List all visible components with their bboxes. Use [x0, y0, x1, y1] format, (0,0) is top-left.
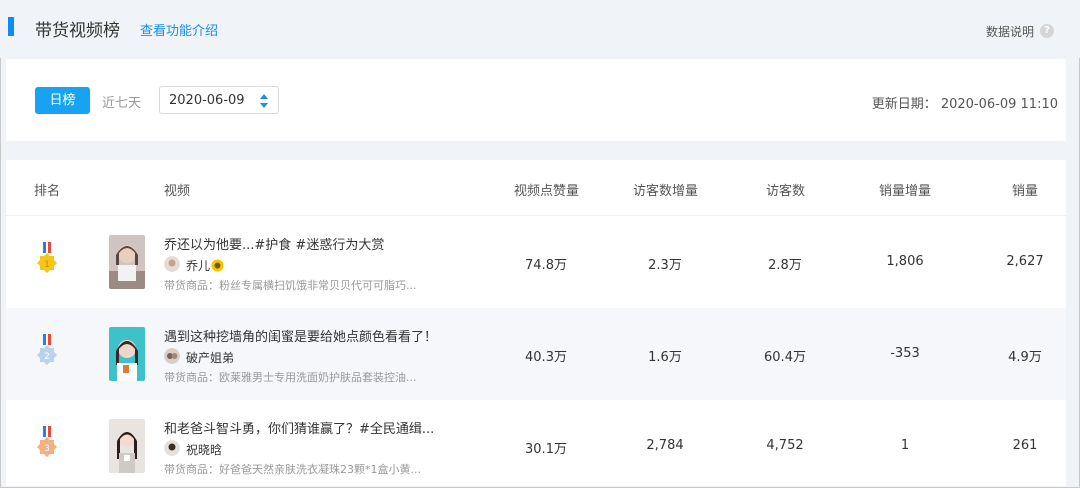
sales-value: 2,627	[1006, 254, 1044, 269]
visitor-increase-value: 2.3万	[648, 258, 682, 273]
sales-value: 261	[1012, 438, 1038, 453]
video-thumbnail[interactable]	[109, 235, 145, 289]
goods-text[interactable]: 带货商品：粉丝专属横扫饥饿非常贝贝代可可脂巧...	[164, 277, 417, 293]
date-select[interactable]: 2020-06-09	[159, 86, 279, 114]
author-name: 乔儿	[186, 257, 224, 274]
table-row[interactable]: 2 遇到这种挖墙角的闺蜜是要给她点颜色看看了！ 破产姐弟 带货商品：欧莱雅男士专…	[6, 308, 1066, 400]
sales-increase-value: -353	[890, 346, 920, 361]
sales-increase-value: 1,806	[886, 254, 924, 269]
tab-last-seven-days[interactable]: 近七天	[102, 92, 141, 111]
svg-text:2: 2	[44, 352, 50, 362]
likes-value: 30.1万	[525, 442, 567, 457]
gold-medal-icon: 1	[37, 242, 57, 273]
visitors-value: 2.8万	[768, 258, 802, 273]
silver-medal-icon: 2	[37, 334, 57, 365]
table-row[interactable]: 1 乔还以为他要...#护食 #迷惑行为大赏 乔儿 带货商品：粉丝专属横扫饥饿非…	[6, 216, 1066, 308]
sun-badge-icon	[211, 259, 224, 272]
update-date: 更新日期： 2020-06-09 11:10	[872, 93, 1058, 112]
visitor-increase-value: 2,784	[646, 438, 684, 453]
likes-value: 40.3万	[525, 350, 567, 365]
author-name: 破产姐弟	[186, 351, 235, 365]
video-title[interactable]: 和老爸斗智斗勇，你们猜谁赢了？#全民通缉...	[164, 418, 434, 437]
video-title[interactable]: 遇到这种挖墙角的闺蜜是要给她点颜色看看了！	[164, 326, 437, 345]
table-row[interactable]: 3 和老爸斗智斗勇，你们猜谁赢了？#全民通缉... 祝晓晗 带货商品：好爸爸天然…	[6, 400, 1066, 488]
goods-text[interactable]: 带货商品：欧莱雅男士专用洗面奶护肤品套装控油...	[164, 369, 417, 385]
column-header-video: 视频	[164, 184, 191, 199]
visitor-increase-value: 1.6万	[648, 350, 682, 365]
question-icon[interactable]: ?	[1040, 24, 1054, 38]
likes-value: 74.8万	[525, 258, 567, 273]
column-header-sales[interactable]: 销量	[1012, 180, 1038, 199]
column-header-visitors[interactable]: 访客数	[766, 180, 805, 199]
bronze-medal-icon: 3	[37, 426, 57, 457]
ranking-table: 排名 视频 视频点赞量 访客数增量 访客数 销量增量 销量 1 乔还以为他要..…	[6, 160, 1066, 486]
sales-increase-value: 1	[900, 438, 910, 453]
update-label: 更新日期：	[871, 97, 937, 112]
visitors-value: 4,752	[766, 438, 804, 453]
page-title: 带货视频榜	[35, 21, 120, 41]
feature-intro-link[interactable]: 查看功能介绍	[140, 20, 218, 39]
date-value: 2020-06-09	[169, 93, 245, 108]
goods-text[interactable]: 带货商品：好爸爸天然亲肤洗衣凝珠23颗*1盒小黄...	[164, 461, 421, 477]
column-header-rank: 排名	[34, 184, 61, 199]
avatar	[164, 256, 180, 272]
svg-text:3: 3	[44, 444, 50, 454]
tab-daily[interactable]: 日榜	[35, 87, 90, 114]
page-header: 带货视频榜 查看功能介绍 数据说明 ?	[0, 0, 1080, 58]
visitors-value: 60.4万	[764, 350, 806, 365]
title-accent-bar	[8, 17, 14, 36]
column-header-sales-increase[interactable]: 销量增量	[879, 180, 931, 199]
column-header-visitor-increase[interactable]: 访客数增量	[633, 180, 698, 199]
video-thumbnail[interactable]	[109, 327, 145, 381]
filter-panel: 日榜 近七天 2020-06-09 更新日期： 2020-06-09 11:10	[6, 59, 1066, 141]
sales-value: 4.9万	[1008, 350, 1042, 365]
video-thumbnail[interactable]	[109, 419, 145, 473]
data-description-link[interactable]: 数据说明	[986, 23, 1034, 40]
avatar	[164, 440, 180, 456]
column-header-likes[interactable]: 视频点赞量	[514, 180, 579, 199]
sort-arrows-icon	[260, 94, 268, 108]
avatar	[164, 348, 180, 364]
video-title[interactable]: 乔还以为他要...#护食 #迷惑行为大赏	[164, 234, 384, 253]
update-value: 2020-06-09 11:10	[940, 97, 1058, 112]
svg-text:1: 1	[44, 260, 50, 270]
author-name: 祝晓晗	[186, 443, 223, 457]
